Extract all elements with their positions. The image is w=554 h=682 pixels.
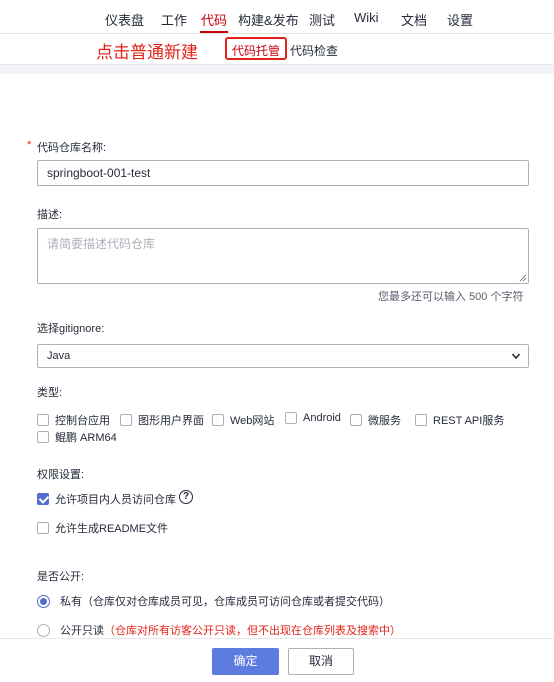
perm-generate-readme[interactable]: 允许生成README文件 (37, 520, 168, 536)
perm-readme-label: 允许生成README文件 (55, 523, 169, 535)
type-option-label: 鲲鹏 ARM64 (55, 432, 117, 444)
nav-item-settings[interactable]: 设置 (447, 10, 473, 29)
type-microservice[interactable]: 微服务 (350, 412, 401, 428)
type-rest-api[interactable]: REST API服务 (415, 412, 504, 428)
type-option-label: Android (303, 412, 341, 424)
annotation-click-new: 点击普通新建 (96, 43, 198, 62)
repo-name-label: 代码仓库名称: (37, 142, 107, 154)
nav-item-code[interactable]: 代码 (201, 10, 227, 29)
type-console-app[interactable]: 控制台应用 (37, 412, 110, 428)
type-website[interactable]: Web网站 (212, 412, 274, 428)
public-title: 公开只读 (60, 625, 104, 637)
checkbox-checked-icon[interactable] (37, 493, 49, 505)
required-mark: * (27, 139, 32, 151)
nav-item-wiki[interactable]: Wiki (354, 10, 379, 25)
section-divider (0, 64, 554, 74)
description-char-counter: 您最多还可以输入 500 个字符 (378, 291, 524, 303)
checkbox-icon[interactable] (415, 414, 427, 426)
perm-allow-members[interactable]: 允许项目内人员访问仓库 (37, 491, 176, 507)
resize-grip-icon[interactable] (519, 274, 527, 282)
gitignore-label: 选择gitignore: (37, 323, 105, 335)
private-title: 私有 (60, 596, 82, 608)
type-option-label: 控制台应用 (55, 415, 110, 427)
checkbox-icon[interactable] (120, 414, 132, 426)
nav-item-work[interactable]: 工作 (161, 10, 187, 29)
type-option-label: REST API服务 (433, 415, 505, 427)
nav-item-docs[interactable]: 文档 (401, 10, 427, 29)
permission-label: 权限设置: (37, 469, 85, 481)
visibility-label: 是否公开: (37, 571, 85, 583)
nav-item-test[interactable]: 测试 (309, 10, 335, 29)
public-desc: （仓库对所有访客公开只读，但不出现在仓库列表及搜索中） (104, 625, 401, 637)
radio-icon[interactable] (37, 623, 50, 637)
type-label: 类型: (37, 387, 63, 399)
private-desc: （仓库仅对仓库成员可见，仓库成员可访问仓库或者提交代码） (82, 596, 390, 608)
type-android[interactable]: Android (285, 412, 341, 424)
type-gui[interactable]: 图形用户界面 (120, 412, 204, 428)
tab-code-hosting[interactable]: 代码托管 (225, 37, 288, 60)
type-kunpeng-arm64[interactable]: 鲲鹏 ARM64 (37, 429, 117, 445)
nav-active-indicator (200, 31, 228, 33)
tab-code-check[interactable]: 代码检查 (290, 42, 338, 59)
radio-selected-icon[interactable] (37, 594, 50, 608)
checkbox-icon[interactable] (212, 414, 224, 426)
checkbox-icon[interactable] (37, 431, 49, 443)
nav-item-dashboard[interactable]: 仪表盘 (105, 10, 144, 29)
gitignore-select[interactable]: Java (37, 344, 529, 368)
type-option-label: 微服务 (368, 415, 401, 427)
visibility-public-readonly[interactable]: 公开只读 （仓库对所有访客公开只读，但不出现在仓库列表及搜索中） (37, 622, 401, 638)
description-textarea[interactable] (37, 228, 529, 284)
repo-name-input[interactable]: springboot-001-test (37, 160, 529, 186)
checkbox-icon[interactable] (37, 414, 49, 426)
gitignore-selected-value: Java (47, 350, 71, 362)
perm-allow-members-label: 允许项目内人员访问仓库 (55, 494, 176, 506)
description-label: 描述: (37, 209, 63, 221)
checkbox-icon[interactable] (37, 522, 49, 534)
help-icon[interactable]: ? (179, 490, 193, 504)
top-nav: 仪表盘 工作 代码 构建&发布 测试 Wiki 文档 设置 (0, 0, 554, 34)
checkbox-icon[interactable] (285, 412, 297, 424)
visibility-private[interactable]: 私有 （仓库仅对仓库成员可见，仓库成员可访问仓库或者提交代码） (37, 593, 390, 609)
checkbox-icon[interactable] (350, 414, 362, 426)
type-option-label: Web网站 (230, 415, 275, 427)
nav-item-build-release[interactable]: 构建&发布 (238, 10, 299, 29)
cancel-button[interactable]: 取消 (288, 648, 354, 675)
chevron-down-icon (511, 353, 521, 360)
confirm-button[interactable]: 确定 (212, 648, 279, 675)
type-option-label: 图形用户界面 (138, 415, 204, 427)
